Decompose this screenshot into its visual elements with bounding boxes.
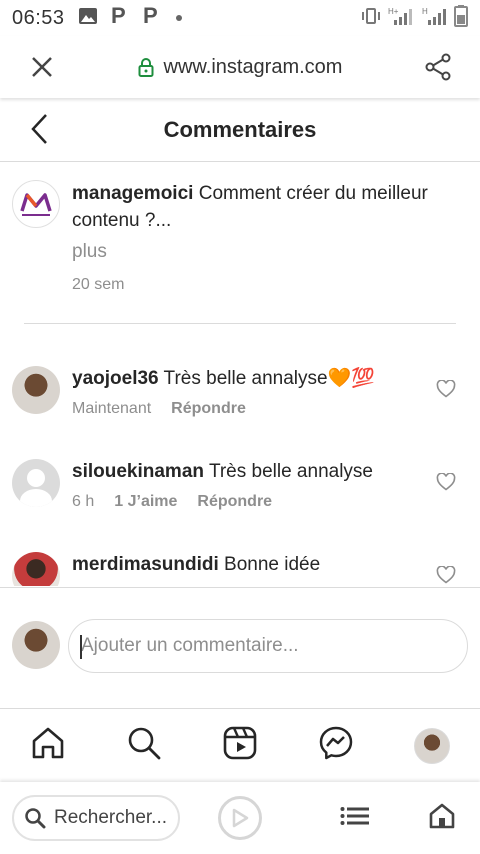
network-type-label: H+ <box>388 7 399 16</box>
comment-item: yaojoel36 Très belle annalyse🧡💯 Maintena… <box>12 366 468 418</box>
caption-username[interactable]: managemoici <box>72 183 193 204</box>
heart-icon <box>436 565 456 584</box>
comment-text: Bonne idée <box>224 554 321 575</box>
reels-tab[interactable] <box>222 725 258 766</box>
gallery-icon <box>78 7 97 29</box>
avatar[interactable] <box>12 366 60 414</box>
play-icon <box>232 808 249 828</box>
messenger-icon <box>319 726 353 760</box>
comment-item: silouekinaman Très belle annalyse 6 h 1 … <box>12 459 468 511</box>
svg-text:P: P <box>143 6 158 26</box>
dot-icon <box>175 9 183 27</box>
comment-item: merdimasundidi Bonne idée <box>12 552 468 586</box>
reply-button[interactable]: Répondre <box>171 400 246 418</box>
comment-input[interactable] <box>68 619 468 673</box>
search-icon <box>25 808 46 829</box>
list-icon <box>340 806 369 825</box>
profile-tab-avatar[interactable] <box>414 727 450 764</box>
browser-bottom-toolbar: Rechercher... <box>0 782 480 854</box>
avatar[interactable] <box>12 180 60 228</box>
signal-icon: H+ <box>388 6 416 31</box>
comments-header: Commentaires <box>0 98 480 162</box>
like-button[interactable] <box>436 565 456 586</box>
heart-icon <box>436 379 456 398</box>
avatar[interactable] <box>12 552 60 586</box>
comment-text: Très belle annalyse <box>208 461 373 482</box>
managemoici-logo-icon <box>20 193 52 216</box>
avatar <box>12 621 60 669</box>
comment-text: Très belle annalyse🧡💯 <box>163 368 375 389</box>
avatar[interactable] <box>12 459 60 507</box>
p-app-icon: P <box>111 3 129 31</box>
battery-icon <box>454 4 468 32</box>
comment-username[interactable]: silouekinaman <box>72 461 204 482</box>
post-caption: managemoici Comment créer du meilleur co… <box>12 180 468 298</box>
home-icon <box>32 727 64 759</box>
add-comment-bar <box>0 587 480 707</box>
reels-icon <box>223 726 257 760</box>
back-button[interactable] <box>28 112 52 151</box>
home-tab[interactable] <box>30 725 66 766</box>
comment-time: Maintenant <box>72 400 152 417</box>
comment-username[interactable]: yaojoel36 <box>72 368 159 389</box>
svg-text:P: P <box>111 6 126 26</box>
bottom-nav <box>0 708 480 782</box>
chevron-left-icon <box>31 114 47 144</box>
lock-icon <box>138 58 154 77</box>
comment-username[interactable]: merdimasundidi <box>72 554 219 575</box>
search-icon <box>128 727 161 760</box>
comment-time: 6 h <box>72 493 95 510</box>
browser-search-label: Rechercher... <box>54 807 167 828</box>
share-icon <box>425 53 451 81</box>
status-time: 06:53 <box>12 6 65 29</box>
more-link[interactable]: plus <box>72 238 468 265</box>
like-button[interactable] <box>436 379 456 403</box>
close-button[interactable] <box>0 56 84 78</box>
heart-icon <box>436 472 456 491</box>
play-button[interactable] <box>218 796 262 840</box>
browser-home-button[interactable] <box>428 802 456 835</box>
address-bar[interactable]: www.instagram.com <box>84 56 396 79</box>
browser-toolbar: www.instagram.com <box>0 36 480 98</box>
divider <box>24 323 456 324</box>
signal-icon: H <box>422 6 448 31</box>
caption-time: 20 sem <box>72 276 125 293</box>
likes-count[interactable]: 1 J’aime <box>114 493 177 511</box>
text-caret <box>80 635 82 659</box>
search-tab[interactable] <box>126 725 162 766</box>
p-app-icon: P <box>143 3 161 31</box>
page-title: Commentaires <box>163 116 317 142</box>
home-icon <box>429 803 455 828</box>
tabs-list-button[interactable] <box>340 806 370 831</box>
network-type-label: H <box>422 7 428 16</box>
comment-list-clip: merdimasundidi Bonne idée <box>0 540 480 586</box>
vibrate-icon <box>360 7 382 29</box>
close-icon <box>32 57 52 77</box>
browser-search-button[interactable]: Rechercher... <box>12 795 180 841</box>
share-button[interactable] <box>396 53 480 81</box>
messenger-tab[interactable] <box>318 725 354 766</box>
status-bar: 06:53 P P H+ H <box>0 0 480 36</box>
like-button[interactable] <box>436 472 456 496</box>
url-text: www.instagram.com <box>163 55 343 78</box>
reply-button[interactable]: Répondre <box>197 493 272 511</box>
